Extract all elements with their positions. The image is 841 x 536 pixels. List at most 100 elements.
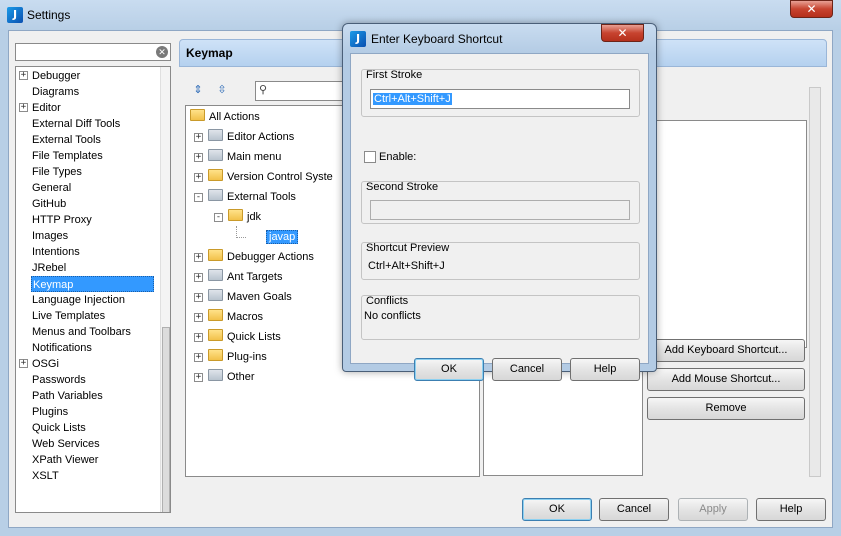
tree-expand-toggle-icon[interactable]: - bbox=[214, 213, 223, 222]
sidebar-item-general[interactable]: General bbox=[31, 180, 72, 196]
sidebar-item-xslt[interactable]: XSLT bbox=[31, 468, 60, 484]
tree-item-external-tools[interactable]: External Tools bbox=[208, 188, 296, 206]
intellij-logo-icon: J bbox=[350, 31, 366, 47]
collapse-all-icon[interactable]: ⇳ bbox=[213, 81, 231, 99]
folder-icon bbox=[228, 209, 243, 221]
folder-icon bbox=[208, 329, 223, 341]
enable-label: Enable: bbox=[379, 151, 417, 163]
other-icon bbox=[208, 369, 223, 381]
expand-all-icon[interactable]: ⇕ bbox=[189, 81, 207, 99]
window-close-button[interactable]: ✕ bbox=[790, 0, 833, 18]
dialog-close-button[interactable]: ✕ bbox=[601, 24, 644, 42]
settings-category-tree[interactable]: + Debugger Diagrams + Editor External Diff To… bbox=[15, 66, 171, 513]
expand-toggle-icon[interactable]: + bbox=[19, 71, 28, 80]
tree-expand-toggle-icon[interactable]: + bbox=[194, 133, 203, 142]
sidebar-item-path-variables[interactable]: Path Variables bbox=[31, 388, 104, 404]
window-title: Settings bbox=[27, 8, 71, 22]
shortcuts-list[interactable] bbox=[655, 120, 807, 348]
tree-item-maven-goals[interactable]: Maven Goals bbox=[208, 288, 292, 306]
sidebar-item-http-proxy[interactable]: HTTP Proxy bbox=[31, 212, 93, 228]
remove-button[interactable]: Remove bbox=[647, 397, 805, 420]
tree-expand-toggle-icon[interactable]: + bbox=[194, 153, 203, 162]
sidebar-item-images[interactable]: Images bbox=[31, 228, 69, 244]
sidebar-item-web-services[interactable]: Web Services bbox=[31, 436, 101, 452]
tree-item-plug-ins[interactable]: Plug-ins bbox=[208, 348, 267, 366]
tree-item-other[interactable]: Other bbox=[208, 368, 255, 386]
dialog-ok-button[interactable]: OK bbox=[414, 358, 484, 381]
first-stroke-value: Ctrl+Alt+Shift+J bbox=[373, 93, 452, 105]
ok-button[interactable]: OK bbox=[522, 498, 592, 521]
expand-toggle-icon[interactable]: + bbox=[19, 359, 28, 368]
tree-item-ant-targets[interactable]: Ant Targets bbox=[208, 268, 282, 286]
conflicts-value: No conflicts bbox=[364, 310, 421, 322]
second-stroke-input[interactable] bbox=[370, 200, 630, 220]
tree-root-all-actions[interactable]: All Actions bbox=[190, 108, 260, 126]
sidebar-item-live-templates[interactable]: Live Templates bbox=[31, 308, 106, 324]
tree-expand-toggle-icon[interactable]: + bbox=[194, 333, 203, 342]
tree-expand-toggle-icon[interactable]: + bbox=[194, 293, 203, 302]
tree-item-jdk[interactable]: jdk bbox=[228, 208, 261, 226]
shortcut-preview-value: Ctrl+Alt+Shift+J bbox=[368, 260, 445, 272]
settings-search-input[interactable]: ✕ bbox=[15, 43, 171, 61]
tree-expand-toggle-icon[interactable]: + bbox=[194, 313, 203, 322]
scrollbar-thumb[interactable] bbox=[162, 327, 170, 512]
tree-item-debugger-actions[interactable]: Debugger Actions bbox=[208, 248, 314, 266]
tree-item-main-menu[interactable]: Main menu bbox=[208, 148, 281, 166]
tree-expand-toggle-icon[interactable]: + bbox=[194, 353, 203, 362]
tree-item-label: Main menu bbox=[227, 151, 282, 163]
tree-item-label: External Tools bbox=[227, 191, 296, 203]
sidebar-item-menus-and-toolbars[interactable]: Menus and Toolbars bbox=[31, 324, 132, 340]
tree-expand-toggle-icon[interactable]: - bbox=[194, 193, 203, 202]
keymap-title: Keymap bbox=[186, 46, 233, 60]
sidebar-item-passwords[interactable]: Passwords bbox=[31, 372, 87, 388]
sidebar-item-plugins[interactable]: Plugins bbox=[31, 404, 69, 420]
right-panel-scrollbar[interactable] bbox=[809, 87, 821, 477]
dialog-client-area: First Stroke Ctrl+Alt+Shift+J Enable: Se… bbox=[350, 53, 649, 381]
sidebar-item-osgi[interactable]: OSGi bbox=[31, 356, 60, 372]
tree-item-label: Maven Goals bbox=[227, 291, 292, 303]
sidebar-scrollbar[interactable] bbox=[160, 67, 170, 512]
enable-second-stroke-checkbox[interactable] bbox=[364, 151, 376, 163]
enter-keyboard-shortcut-dialog: J Enter Keyboard Shortcut ✕ First Stroke… bbox=[342, 23, 657, 381]
sidebar-item-file-types[interactable]: File Types bbox=[31, 164, 83, 180]
tree-item-label: Version Control Syste bbox=[227, 171, 333, 183]
tree-item-label: Plug-ins bbox=[227, 351, 267, 363]
tree-expand-toggle-icon[interactable]: + bbox=[194, 253, 203, 262]
sidebar-item-external-diff-tools[interactable]: External Diff Tools bbox=[31, 116, 121, 132]
help-button[interactable]: Help bbox=[756, 498, 826, 521]
tree-expand-toggle-icon[interactable]: + bbox=[194, 273, 203, 282]
tree-item-macros[interactable]: Macros bbox=[208, 308, 263, 326]
tree-expand-toggle-icon[interactable]: + bbox=[194, 373, 203, 382]
action-search-input[interactable]: ⚲ bbox=[255, 81, 355, 101]
tree-item-quick-lists[interactable]: Quick Lists bbox=[208, 328, 281, 346]
sidebar-item-debugger[interactable]: Debugger bbox=[31, 68, 81, 84]
dialog-cancel-button[interactable]: Cancel bbox=[492, 358, 562, 381]
expand-toggle-icon[interactable]: + bbox=[19, 103, 28, 112]
sidebar-item-language-injection[interactable]: Language Injection bbox=[31, 292, 126, 308]
sidebar-item-quick-lists[interactable]: Quick Lists bbox=[31, 420, 87, 436]
sidebar-item-diagrams[interactable]: Diagrams bbox=[31, 84, 80, 100]
sidebar-item-file-templates[interactable]: File Templates bbox=[31, 148, 104, 164]
tree-item-editor-actions[interactable]: Editor Actions bbox=[208, 128, 294, 146]
clear-search-icon[interactable]: ✕ bbox=[156, 46, 168, 58]
conflicts-caption: Conflicts bbox=[366, 295, 409, 307]
add-mouse-shortcut-button[interactable]: Add Mouse Shortcut... bbox=[647, 368, 805, 391]
shortcut-preview-group: Shortcut Preview Ctrl+Alt+Shift+J bbox=[361, 242, 640, 280]
editor-actions-icon bbox=[208, 129, 223, 141]
sidebar-item-keymap[interactable]: Keymap bbox=[31, 276, 154, 292]
add-keyboard-shortcut-button[interactable]: Add Keyboard Shortcut... bbox=[647, 339, 805, 362]
sidebar-item-github[interactable]: GitHub bbox=[31, 196, 67, 212]
sidebar-item-intentions[interactable]: Intentions bbox=[31, 244, 81, 260]
sidebar-item-notifications[interactable]: Notifications bbox=[31, 340, 93, 356]
dialog-help-button[interactable]: Help bbox=[570, 358, 640, 381]
tree-item-version-control-syste[interactable]: Version Control Syste bbox=[208, 168, 333, 186]
first-stroke-input[interactable]: Ctrl+Alt+Shift+J bbox=[370, 89, 630, 109]
cancel-button[interactable]: Cancel bbox=[599, 498, 669, 521]
sidebar-item-external-tools[interactable]: External Tools bbox=[31, 132, 102, 148]
sidebar-item-jrebel[interactable]: JRebel bbox=[31, 260, 67, 276]
sidebar-item-xpath-viewer[interactable]: XPath Viewer bbox=[31, 452, 99, 468]
tree-expand-toggle-icon[interactable]: + bbox=[194, 173, 203, 182]
apply-button[interactable]: Apply bbox=[678, 498, 748, 521]
sidebar-item-editor[interactable]: Editor bbox=[31, 100, 62, 116]
tree-item-javap[interactable]: javap bbox=[266, 228, 299, 246]
